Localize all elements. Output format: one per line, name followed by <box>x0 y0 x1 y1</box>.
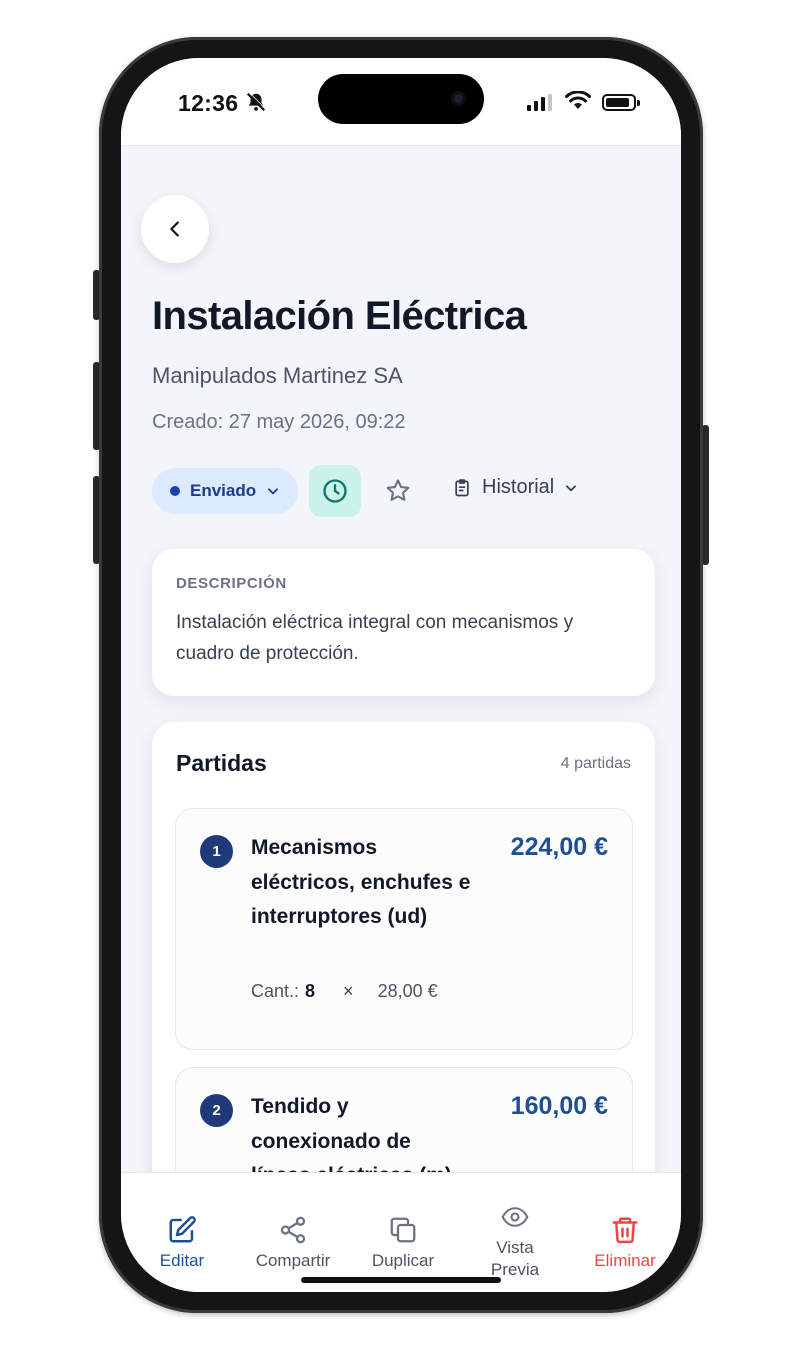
edit-label: Editar <box>159 1251 205 1270</box>
preview-button[interactable]: Vista Previa <box>475 1203 555 1281</box>
copy-icon <box>390 1217 416 1243</box>
screen: 12:36 Instalación Eléctrica Manipulados … <box>121 58 681 1292</box>
item-meta: Cant.: 8 × 28,00 € <box>251 981 438 1002</box>
created-date: Creado: 27 may 2026, 09:22 <box>152 411 406 433</box>
status-time: 12:36 <box>178 90 239 116</box>
duplicate-button[interactable]: Duplicar <box>364 1215 442 1271</box>
item-number: 1 <box>200 835 233 868</box>
bell-muted-icon <box>246 92 266 112</box>
battery-icon <box>602 94 640 111</box>
trash-icon <box>612 1217 638 1244</box>
power-button <box>702 425 709 565</box>
eye-icon <box>501 1207 529 1227</box>
favorite-button[interactable] <box>381 474 415 508</box>
chevron-left-icon <box>170 221 179 237</box>
quantity-label: Cant.: <box>251 981 300 1001</box>
quantity-value: 8 <box>305 981 316 1001</box>
wifi-icon <box>565 91 591 109</box>
clock-icon <box>323 479 347 503</box>
duplicate-label: Duplicar <box>371 1251 435 1270</box>
edit-icon <box>169 1216 196 1243</box>
history-dropdown[interactable]: Historial <box>452 476 578 499</box>
status-bar: 12:36 <box>121 58 681 146</box>
clipboard-icon <box>455 478 469 496</box>
share-button[interactable]: Compartir <box>245 1215 341 1271</box>
back-button[interactable] <box>141 195 209 263</box>
star-icon <box>386 479 410 501</box>
dynamic-island <box>318 74 484 124</box>
home-indicator <box>301 1277 501 1283</box>
status-dot <box>170 486 180 496</box>
description-label: DESCRIPCIÓN <box>176 575 287 592</box>
bottom-action-bar: Editar Compartir Duplicar Vista Previa E… <box>121 1172 681 1292</box>
unit-price: 28,00 € <box>377 981 438 1001</box>
camera-icon <box>451 91 466 106</box>
status-dropdown[interactable]: Enviado <box>152 468 298 514</box>
delete-label: Eliminar <box>594 1251 656 1270</box>
share-icon <box>280 1216 306 1244</box>
share-label: Compartir <box>255 1251 331 1270</box>
status-label: Enviado <box>190 481 257 500</box>
item-number: 2 <box>200 1094 233 1127</box>
edit-button[interactable]: Editar <box>145 1215 219 1271</box>
signal-icon <box>527 94 552 111</box>
times-sign: × <box>343 981 354 1001</box>
client-name: Manipulados Martinez SA <box>152 363 403 388</box>
delete-button[interactable]: Eliminar <box>585 1215 665 1271</box>
reminder-button[interactable] <box>309 465 361 517</box>
item-name: Mecanismos eléctricos, enchufes e interr… <box>251 836 471 928</box>
preview-label: Vista Previa <box>490 1238 540 1279</box>
description-card: DESCRIPCIÓN Instalación eléctrica integr… <box>152 549 655 696</box>
chevron-down-icon <box>566 484 577 491</box>
description-text: Instalación eléctrica integral con mecan… <box>176 612 574 664</box>
item-price: 224,00 € <box>510 833 608 861</box>
history-label: Historial <box>482 476 555 498</box>
items-count: 4 partidas <box>560 755 631 772</box>
phone-frame: 12:36 Instalación Eléctrica Manipulados … <box>99 37 703 1313</box>
chevron-down-icon <box>268 488 279 495</box>
items-title: Partidas <box>176 750 267 776</box>
list-item[interactable]: 1 Mecanismos eléctricos, enchufes e inte… <box>175 808 633 1050</box>
page-title: Instalación Eléctrica <box>152 294 527 338</box>
item-price: 160,00 € <box>510 1092 608 1120</box>
